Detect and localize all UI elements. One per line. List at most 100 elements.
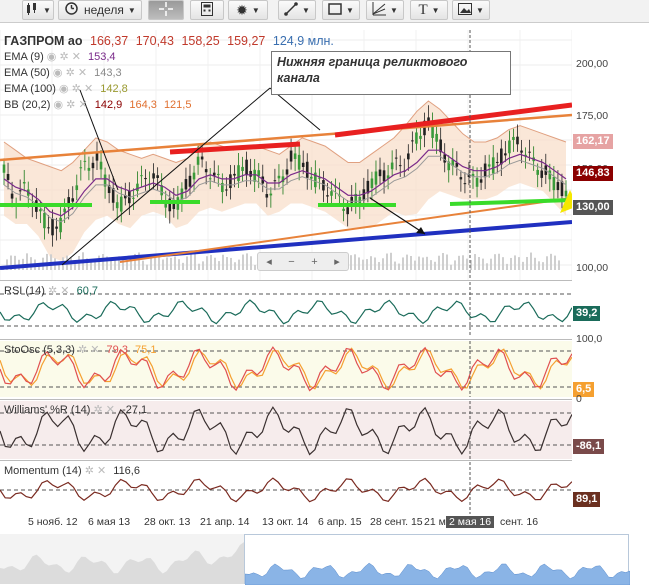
candle-body [95,152,99,161]
candle-body [318,177,321,179]
volume-bar [230,257,232,270]
candle-body [487,164,491,167]
price-axis[interactable]: 200,00 175,00 150,00 100,00 [572,30,649,280]
candle-body [269,193,273,196]
candle-body [63,208,66,213]
crosshair-button[interactable] [148,0,184,20]
candle-body [51,218,54,236]
candle-body [326,195,329,197]
chart-type-button[interactable]: ▼ [22,0,54,20]
candle-body [208,178,212,180]
bb-label: BB (20,2) [4,99,51,111]
volume-bar [378,262,380,270]
zoom-in-icon[interactable]: + [311,256,317,268]
candle-body [378,169,382,177]
volume-bar [530,252,532,270]
volume-bar [446,254,448,270]
candle-body [350,196,354,203]
candle-body [196,156,200,165]
text-tool-button[interactable]: T ▼ [410,0,448,20]
open-value: 166,37 [90,34,129,48]
volume-bar [386,253,388,270]
eye-icon[interactable]: ◉ ✲ ✕ [54,99,88,111]
volume-bar [146,264,148,270]
fibonacci-button[interactable]: ▼ [366,0,404,20]
candle-body [297,154,301,170]
volume-bar [150,258,152,270]
candle-body [415,132,418,144]
channel-annotation[interactable]: Нижняя граница реликтового канала [271,51,511,95]
momentum-label: Momentum (14) [4,465,82,477]
candle-body [277,175,281,179]
eye-icon[interactable]: ◉ ✲ ✕ [53,67,87,79]
eye-icon[interactable]: ◉ ✲ ✕ [47,51,81,63]
volume-bar [474,254,476,270]
time-axis-label: сент. 16 [500,516,539,528]
candle-body [289,150,293,162]
bb-legend[interactable]: BB (20,2) ◉ ✲ ✕ 142,9 164,3 121,5 [4,98,191,111]
volume-bar [486,263,488,270]
volume-bar [450,264,452,270]
volume-bar [510,257,512,270]
volume-bar [406,254,408,270]
williams-legend[interactable]: Williams' %R (14) ✲ ✕ -27,1 [4,403,147,416]
arrow-head [416,227,425,234]
gear-icon: ✹ [236,1,248,18]
bb-value-upper: 164,3 [129,99,157,111]
volume-bar [466,258,468,270]
period-button[interactable]: неделя ▼ [58,0,142,20]
scroll-left-icon[interactable]: ◂ [266,255,272,268]
candle-body [512,136,515,140]
navigator-left[interactable] [0,534,244,584]
volume-bar [206,256,208,270]
candle-body [330,191,333,196]
rsi-label: RSI (14) [4,285,45,297]
candle-body [265,194,269,198]
settings-icon[interactable]: ✲ ✕ [78,344,100,356]
image-button[interactable]: ▼ [452,0,490,20]
candle-body [237,165,240,182]
ema50-value: 143,3 [94,67,122,79]
time-axis[interactable]: 5 нояб. 12 6 мая 13 28 окт. 13 21 апр. 14 13… [0,514,572,532]
ema50-legend[interactable]: EMA (50) ◉ ✲ ✕ 143,3 [4,66,122,79]
settings-icon[interactable]: ✲ ✕ [94,404,116,416]
settings-icon[interactable]: ✲ ✕ [48,285,70,297]
crosshair-icon [159,1,173,19]
williams-badge: -86,1 [573,439,605,454]
candle-body [233,173,236,176]
price-tick: 100,00 [576,262,609,274]
candle-body [83,160,87,162]
ema9-legend[interactable]: EMA (9) ◉ ✲ ✕ 153,4 [4,50,116,63]
volume-bar [514,255,516,270]
volume-bar [402,257,404,270]
settings-button[interactable]: ✹ ▼ [228,0,268,20]
shape-button[interactable]: ▼ [322,0,360,20]
candle-body [508,140,511,154]
rsi-legend[interactable]: RSI (14) ✲ ✕ 60,7 [4,284,98,297]
volume-bar [394,261,396,270]
eye-icon[interactable]: ◉ ✲ ✕ [59,83,93,95]
ema100-legend[interactable]: EMA (100) ◉ ✲ ✕ 142,8 [4,82,128,95]
time-axis-label: 13 окт. 14 [262,516,309,528]
momentum-legend[interactable]: Momentum (14) ✲ ✕ 116,6 [4,464,140,477]
stoosc-legend[interactable]: StoOsc (5,3,3) ✲ ✕ 79,3 75,1 [4,343,156,356]
navigator-window[interactable] [244,534,631,586]
settings-icon[interactable]: ✲ ✕ [85,465,107,477]
volume-bar [234,262,236,270]
volume-bar [442,253,444,270]
price-tick: 175,00 [576,110,609,122]
candle-body [491,157,495,174]
candle-body [346,207,349,215]
volume-bar [534,257,536,270]
candle-body [370,178,374,189]
draw-line-button[interactable]: ▼ [278,0,316,20]
calculator-button[interactable] [190,0,224,20]
candle-body [22,182,26,184]
zoom-out-icon[interactable]: − [288,256,294,268]
zoom-controls[interactable]: ◂ − + ▸ [257,252,349,271]
candle-body [2,164,6,173]
candle-body [136,183,139,192]
scroll-right-icon[interactable]: ▸ [334,255,340,268]
candle-body [504,153,507,156]
candle-body [516,136,519,145]
